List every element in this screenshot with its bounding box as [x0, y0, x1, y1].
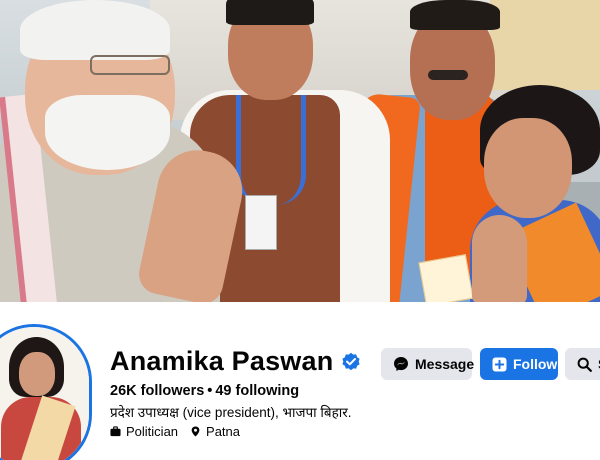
followers-line: 26K followers • 49 following [110, 383, 299, 399]
cover-card [418, 254, 474, 302]
followers-separator: • [207, 383, 213, 399]
avatar-face [19, 352, 55, 396]
cover-person-1-hair [20, 0, 170, 60]
cover-person-2-lanyard [236, 95, 306, 205]
follow-plus-icon [492, 357, 507, 371]
cover-person-1-glasses [90, 55, 170, 75]
cover-person-2-hair [226, 0, 314, 25]
message-button[interactable]: Message [381, 348, 475, 380]
profile-bio: प्रदेश उपाध्यक्ष (vice president), भाजपा… [110, 405, 352, 420]
profile-name[interactable]: Anamika Paswan [110, 346, 333, 377]
cover-person-3-moustache [428, 70, 468, 80]
profile-avatar[interactable] [0, 324, 92, 460]
cover-person-3-hair [410, 0, 500, 30]
cover-person-1-beard [45, 95, 170, 170]
profile-location-label[interactable]: Patna [206, 424, 240, 439]
followers-count[interactable]: 26K followers [110, 383, 204, 399]
following-count[interactable]: 49 following [215, 383, 299, 399]
search-button[interactable]: S [565, 348, 600, 380]
cover-person-4-hands [472, 215, 527, 302]
profile-meta: Politician Patna [110, 424, 240, 439]
cover-background-structure [490, 0, 600, 90]
briefcase-icon [110, 426, 121, 437]
profile-category-label: Politician [126, 424, 179, 439]
messenger-icon [394, 357, 408, 371]
profile-name-row: Anamika Paswan [110, 346, 361, 377]
cover-person-4-face [484, 118, 572, 218]
follow-button[interactable]: Follow [480, 348, 558, 380]
cover-person-2-id-badge [245, 195, 277, 250]
profile-category: Politician [110, 424, 178, 439]
profile-location: Patna [190, 424, 240, 439]
verified-badge-icon [342, 352, 361, 370]
search-icon [577, 357, 592, 372]
location-pin-icon [191, 426, 200, 437]
follow-button-label: Follow [513, 356, 558, 372]
cover-photo[interactable] [0, 0, 600, 302]
message-button-label: Message [415, 356, 475, 372]
